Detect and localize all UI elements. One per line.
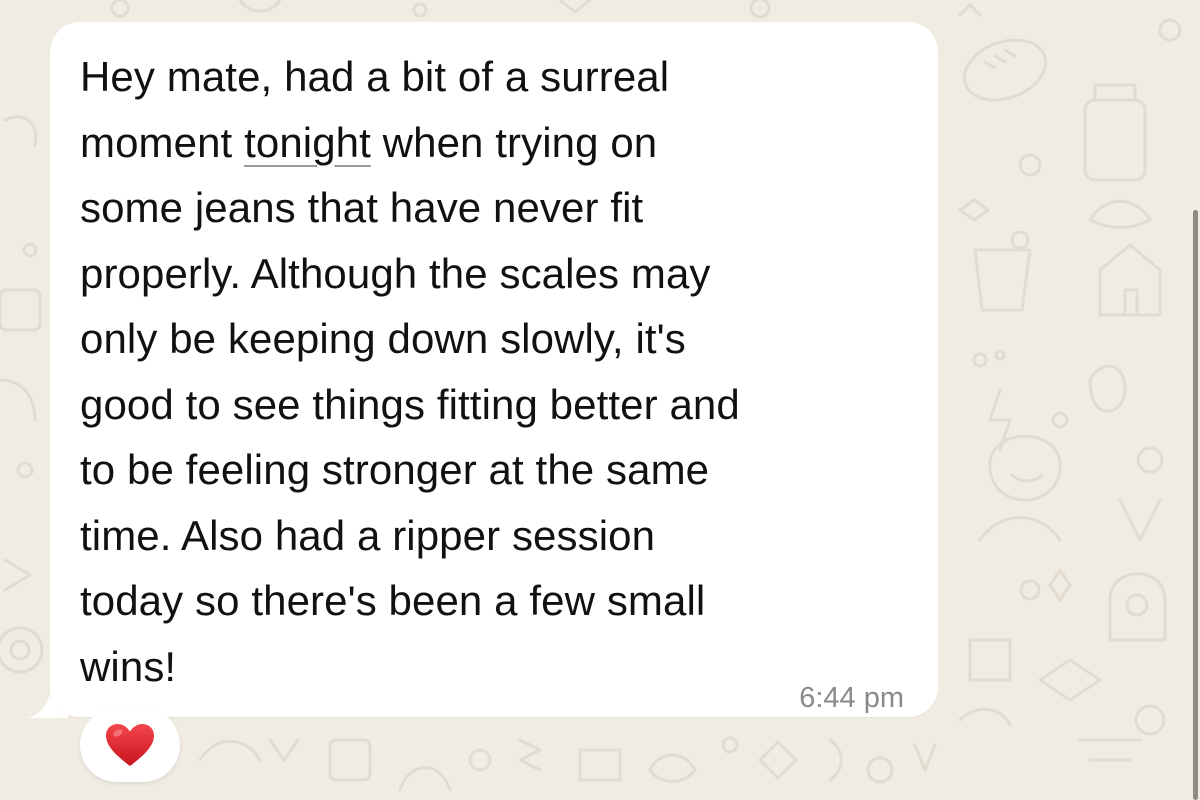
message-line: properly. Although the scales may (80, 249, 711, 297)
message-line: good to see things fitting better and (80, 380, 740, 428)
message-line: Hey mate, had a bit of a surreal (80, 53, 670, 100)
message-line: today so there's been a few small (80, 577, 706, 624)
message-timestamp: 6:44 pm (799, 682, 904, 714)
message-line: wins! (80, 642, 177, 690)
reaction-badge[interactable] (80, 708, 180, 782)
red-heart-icon (106, 724, 154, 766)
message-line: time. Also had a ripper session (80, 511, 656, 559)
message-line: to be feeling stronger at the same (80, 446, 710, 493)
message-line: when trying on (370, 118, 658, 166)
incoming-message-bubble[interactable]: Hey mate, had a bit of a surreal moment … (50, 22, 938, 717)
message-line: only be keeping down slowly, it's (80, 315, 686, 362)
message-line: some jeans that have never fit (80, 184, 644, 231)
scroll-indicator[interactable] (1193, 210, 1198, 800)
message-line: moment (80, 118, 245, 166)
detected-date-link[interactable]: tonight (244, 119, 371, 166)
message-text: Hey mate, had a bit of a surreal moment … (80, 44, 910, 699)
